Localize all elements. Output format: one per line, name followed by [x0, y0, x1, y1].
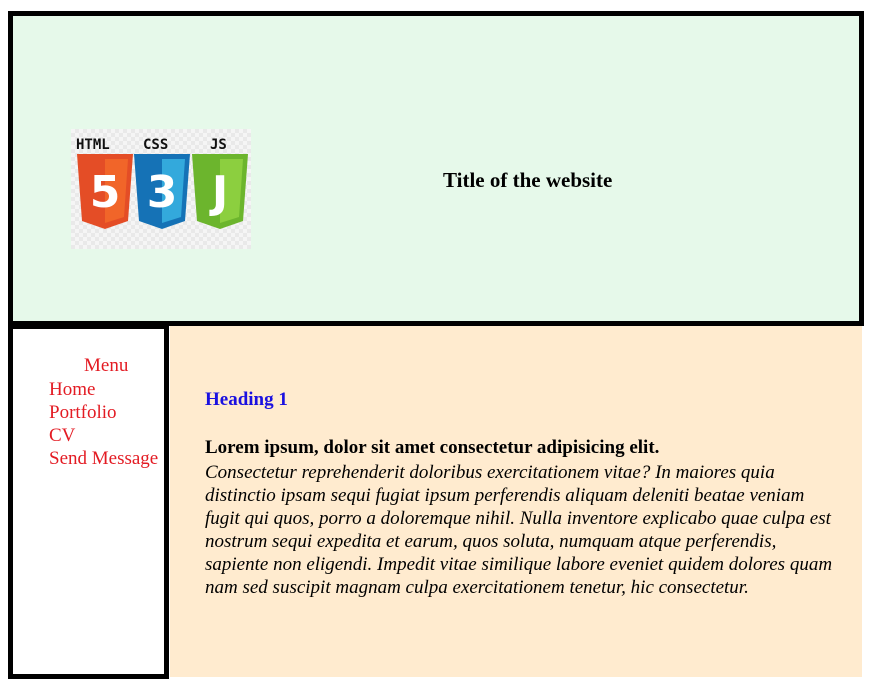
content-lead: Lorem ipsum, dolor sit amet consectetur … [205, 437, 660, 458]
site-title: Title of the website [443, 168, 613, 192]
logo-label-js: JS [210, 137, 227, 153]
html-css-js-logo: HTML CSS JS 5 3 J [71, 129, 251, 249]
js-badge-text: J [209, 167, 228, 218]
css3-badge-text: 3 [147, 167, 178, 218]
css3-shield-icon: 3 [134, 154, 190, 229]
menu-title: Menu [84, 355, 129, 376]
menu-item-home[interactable]: Home [49, 378, 158, 401]
logo-label-css: CSS [143, 137, 168, 153]
js-shield-icon: J [192, 154, 248, 229]
menu-item-portfolio[interactable]: Portfolio [49, 401, 158, 424]
page: HTML CSS JS 5 3 J Title of the website M… [0, 0, 871, 691]
sidebar-menu: Menu Home Portfolio CV Send Message [8, 324, 169, 679]
html5-badge-text: 5 [90, 167, 121, 218]
main-content: Heading 1 Lorem ipsum, dolor sit amet co… [170, 326, 862, 677]
logo-graphic: HTML CSS JS 5 3 J [76, 137, 248, 229]
html5-shield-icon: 5 [77, 154, 133, 229]
content-heading: Heading 1 [205, 389, 288, 410]
logo-label-html: HTML [76, 137, 110, 153]
menu-item-cv[interactable]: CV [49, 424, 158, 447]
site-header: HTML CSS JS 5 3 J Title of the website [8, 11, 864, 326]
menu-item-send-message[interactable]: Send Message [49, 447, 158, 470]
menu-list: Home Portfolio CV Send Message [49, 378, 158, 470]
content-body: Consectetur reprehenderit doloribus exer… [205, 462, 833, 598]
